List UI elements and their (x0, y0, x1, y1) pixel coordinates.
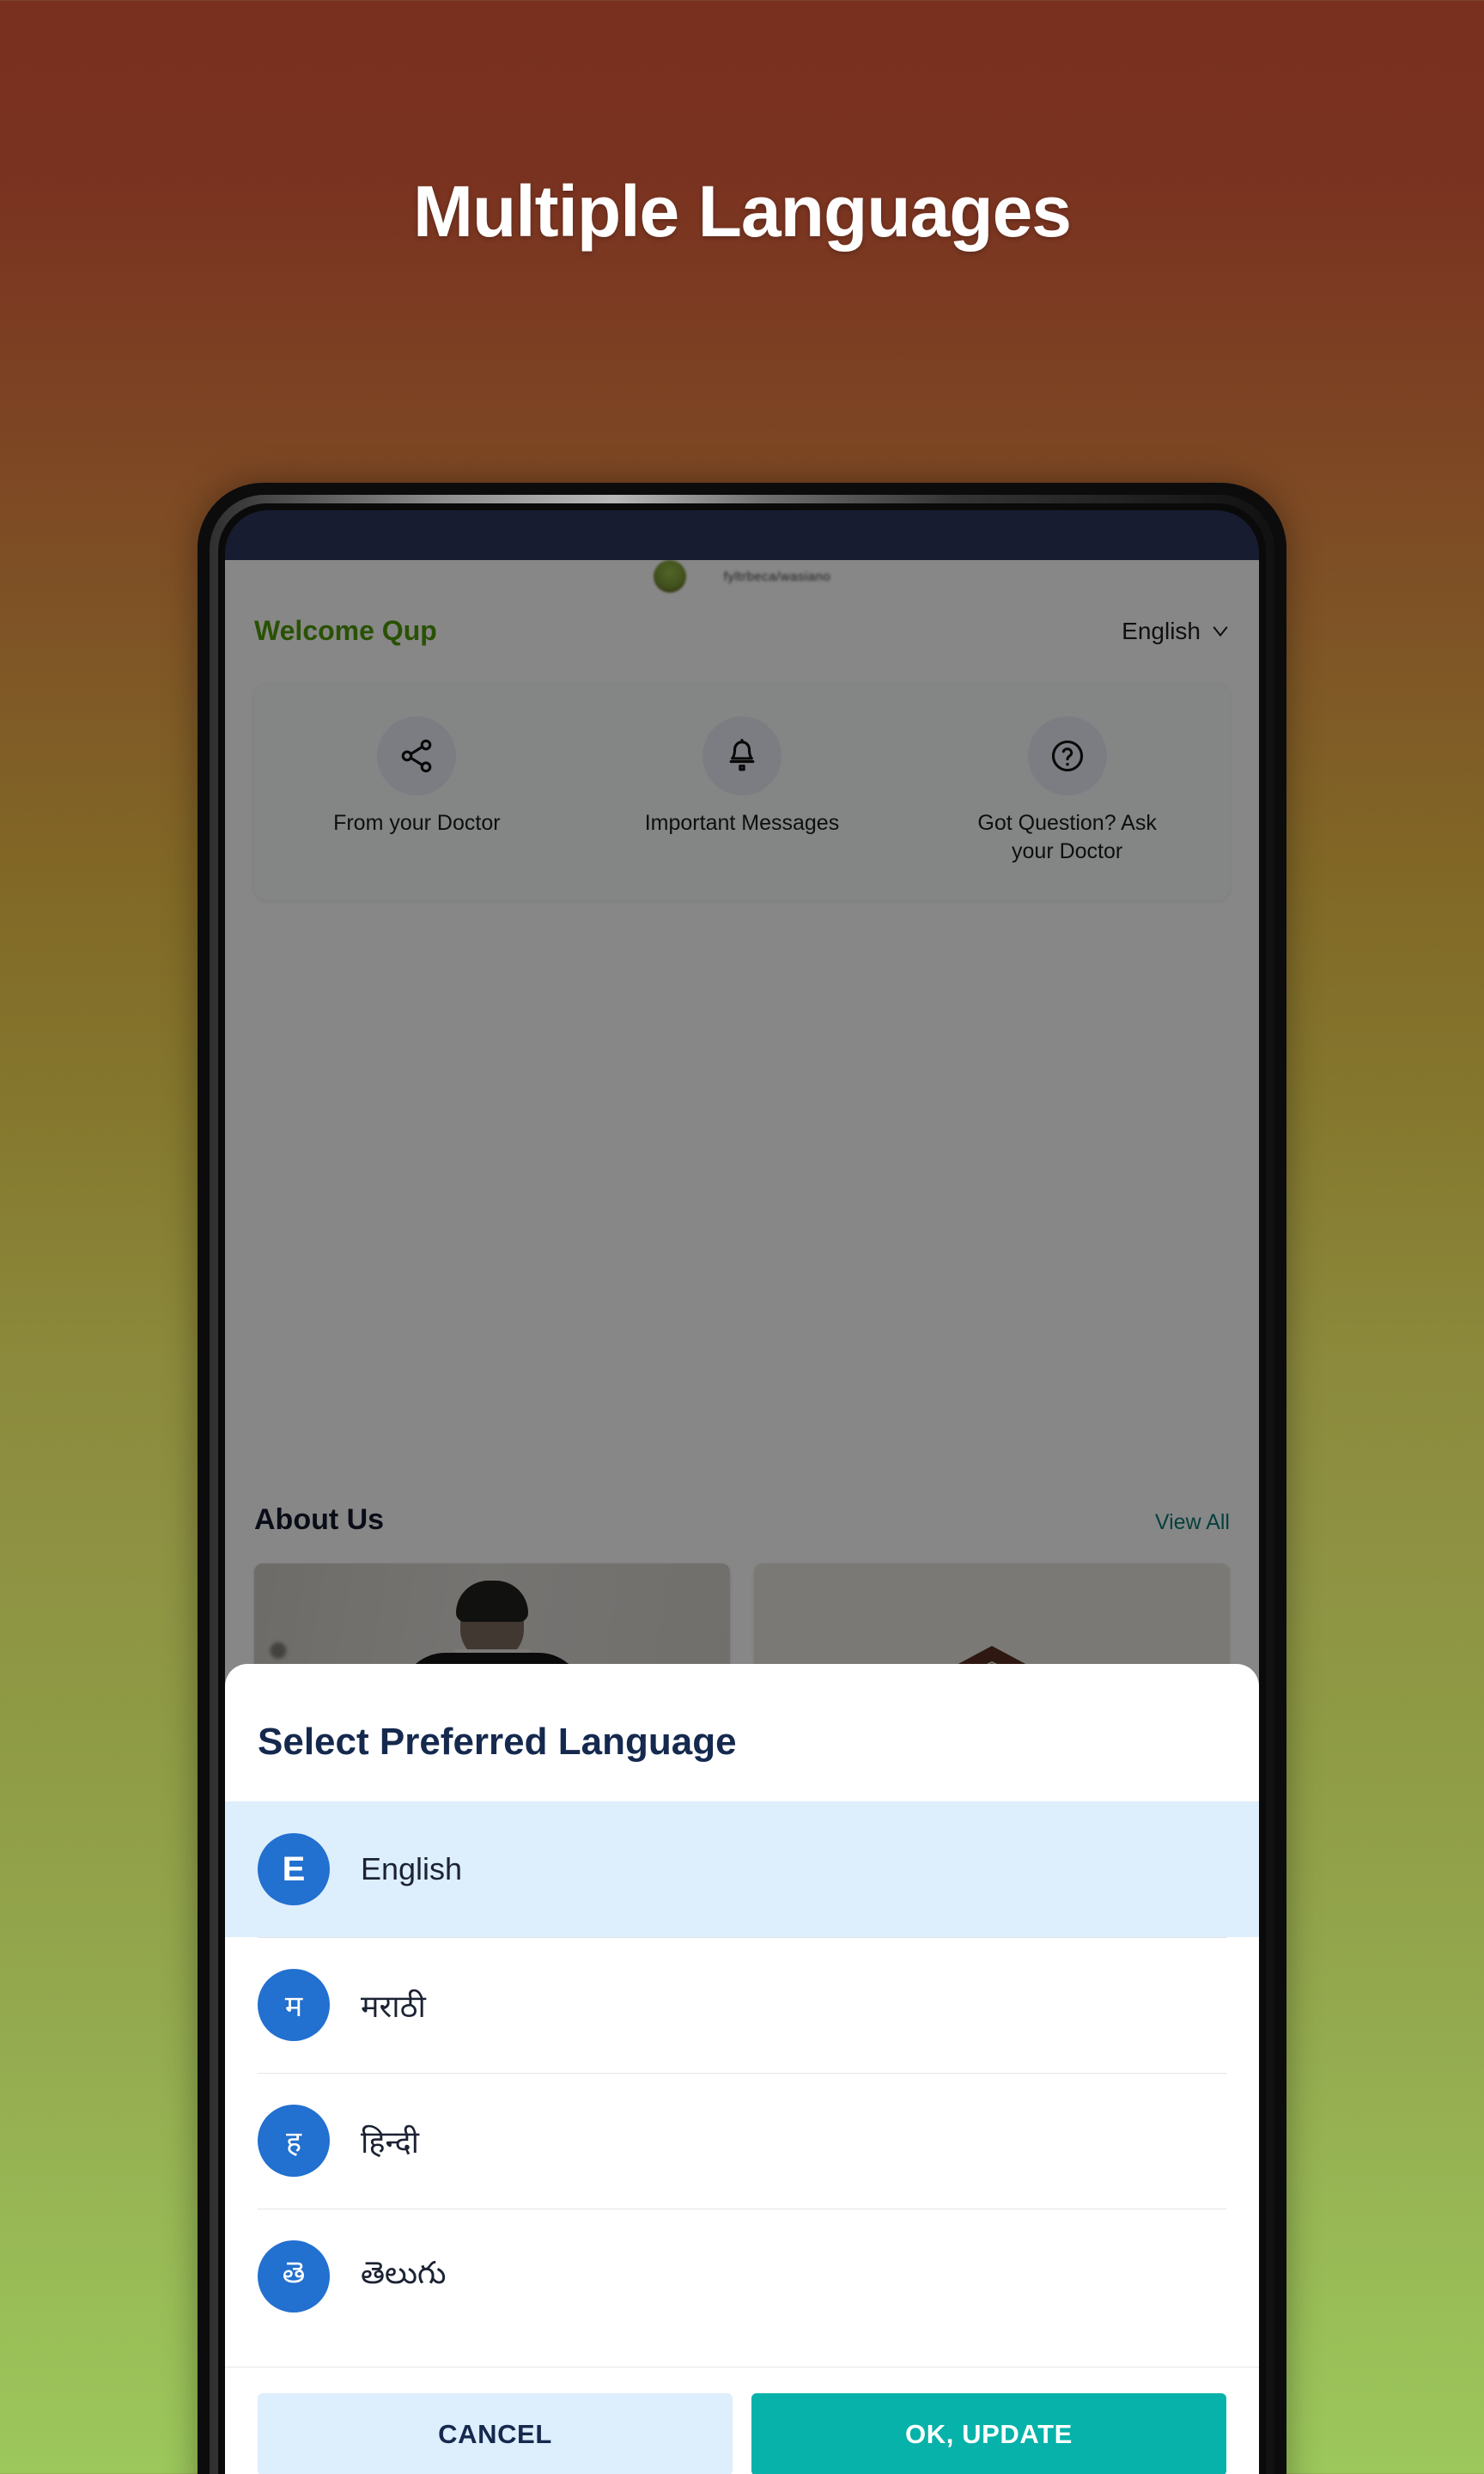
quick-action-label: From your Doctor (333, 811, 501, 835)
bell-icon (702, 716, 782, 795)
phone-bezel-outer: fyltrbeca/wasiano Welcome Qup English Fr… (210, 495, 1274, 2474)
language-option-english[interactable]: E English (225, 1801, 1259, 1937)
question-circle-icon (1027, 716, 1107, 795)
dialog-action-row: CANCEL OK, UPDATE (225, 2367, 1259, 2474)
language-selector-button[interactable]: English (1122, 618, 1230, 645)
language-option-marathi[interactable]: म मराठी (225, 1937, 1259, 2073)
app-logo-icon (653, 560, 686, 593)
phone-screen: fyltrbeca/wasiano Welcome Qup English Fr… (225, 510, 1259, 2474)
language-selector-value: English (1122, 617, 1201, 644)
language-selection-dialog: Select Preferred Language E English म मर… (225, 1664, 1259, 2474)
phone-device-frame: fyltrbeca/wasiano Welcome Qup English Fr… (198, 483, 1286, 2474)
language-avatar: म (258, 1969, 330, 2041)
share-icon (377, 716, 457, 795)
dialog-title: Select Preferred Language (258, 1721, 737, 1763)
phone-bezel-inner: fyltrbeca/wasiano Welcome Qup English Fr… (218, 503, 1266, 2474)
language-label: हिन्दी (361, 2124, 420, 2160)
cancel-button[interactable]: CANCEL (258, 2393, 733, 2474)
view-all-link-about-us[interactable]: View All (1155, 1510, 1230, 1535)
quick-action-important-messages[interactable]: Important Messages (586, 716, 898, 838)
promo-headline: Multiple Languages (412, 171, 1072, 252)
language-avatar: ह (258, 2105, 330, 2177)
section-header-about-us: About Us View All (254, 1503, 1230, 1537)
quick-action-label: Important Messages (644, 811, 840, 835)
ok-update-button[interactable]: OK, UPDATE (751, 2393, 1226, 2474)
language-label: తెలుగు (361, 2254, 447, 2290)
quick-actions-card: From your Doctor Important Messages Got … (254, 684, 1230, 900)
welcome-greeting: Welcome Qup (254, 615, 437, 646)
welcome-row: Welcome Qup English (225, 615, 1259, 647)
app-brand-text: fyltrbeca/wasiano (723, 569, 831, 584)
section-title: About Us (254, 1503, 385, 1536)
language-option-telugu[interactable]: తె తెలుగు (225, 2209, 1259, 2344)
language-label: English (361, 1851, 463, 1886)
language-avatar: తె (258, 2240, 330, 2313)
chevron-down-icon (1211, 622, 1230, 641)
app-brand-row: fyltrbeca/wasiano (225, 560, 1259, 605)
language-label: मराठी (361, 1988, 426, 2024)
status-bar (225, 510, 1259, 560)
quick-action-ask-your-doctor[interactable]: Got Question? Ask your Doctor (911, 716, 1224, 866)
language-option-hindi[interactable]: ह हिन्दी (225, 2073, 1259, 2209)
quick-action-from-your-doctor[interactable]: From your Doctor (261, 716, 574, 838)
language-avatar: E (258, 1833, 330, 1905)
quick-action-label: Got Question? Ask your Doctor (977, 811, 1157, 863)
